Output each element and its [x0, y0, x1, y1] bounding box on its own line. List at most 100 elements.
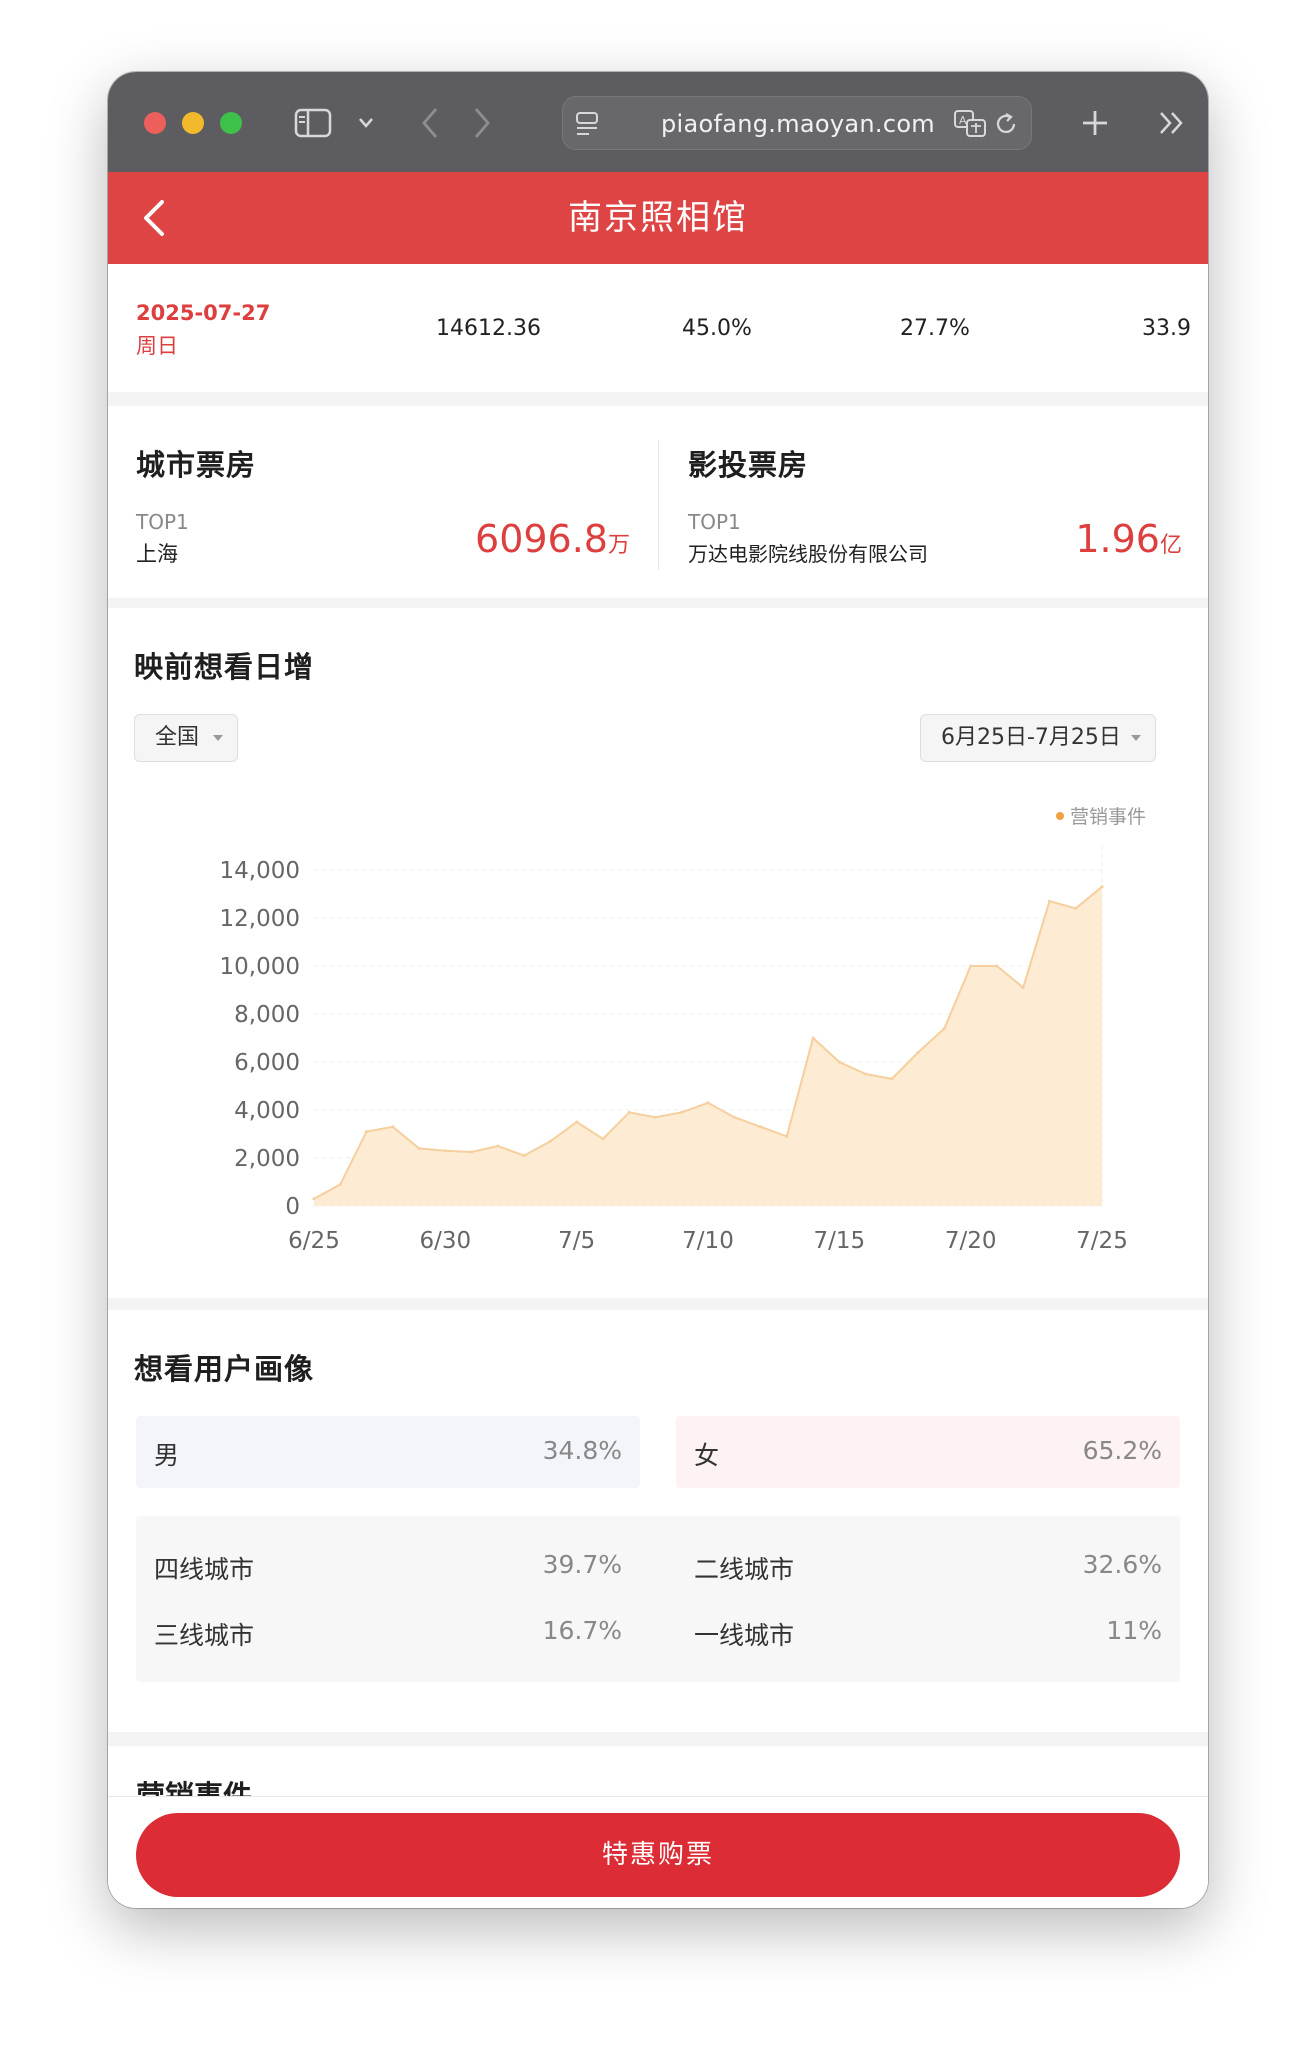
top-distributor-name: 万达电影院线股份有限公司: [688, 542, 928, 566]
data-point: [1047, 899, 1051, 903]
y-tick-label: 0: [285, 1194, 300, 1220]
audience-profile-card: 想看用户画像 男 34.8% 女 65.2% 四线城市 39.7% 二线城市 3…: [108, 1310, 1208, 1732]
more-tabs-icon[interactable]: [1158, 110, 1186, 136]
y-tick-label: 12,000: [220, 906, 300, 932]
data-point: [811, 1036, 815, 1040]
summary-date: 2025-07-27: [136, 301, 271, 325]
distributor-box-office-panel[interactable]: 影投票房 TOP1 万达电影院线股份有限公司 1.96亿: [660, 406, 1208, 598]
date-range-select[interactable]: 6月25日-7月25日: [920, 714, 1156, 762]
data-point: [995, 964, 999, 968]
city-tier-value: 39.7%: [542, 1550, 622, 1579]
back-arrow-icon[interactable]: [128, 190, 184, 246]
forward-nav-icon[interactable]: [472, 106, 492, 140]
distributor-box-office-title: 影投票房: [688, 448, 809, 482]
city-tier-value: 16.7%: [542, 1616, 622, 1645]
data-point: [680, 1110, 684, 1114]
translate-icon[interactable]: A: [953, 109, 987, 139]
region-filter-select[interactable]: 全国: [134, 714, 238, 762]
data-point: [627, 1110, 631, 1114]
data-point: [890, 1077, 894, 1081]
data-point: [312, 1197, 316, 1201]
area-fill: [314, 886, 1102, 1206]
city-tier-panel: 四线城市 39.7% 二线城市 32.6% 三线城市 16.7% 一线城市 11…: [136, 1516, 1180, 1682]
data-point: [1021, 986, 1025, 990]
summary-avg: 33.9: [1142, 316, 1191, 341]
top-distributor-value-number: 1.96: [1075, 517, 1160, 561]
summary-share: 45.0%: [682, 316, 752, 341]
zoom-window-button[interactable]: [220, 112, 242, 134]
summary-weekday: 周日: [136, 334, 178, 358]
browser-window: piaofang.maoyan.com A 南京照相馆 2025-07-27 周…: [108, 72, 1208, 1908]
city-box-office-title: 城市票房: [136, 448, 257, 482]
data-point: [417, 1146, 421, 1150]
legend-label: 营销事件: [1070, 806, 1147, 828]
data-point: [706, 1101, 710, 1105]
data-point: [470, 1150, 474, 1154]
sidebar-toggle-icon[interactable]: [294, 108, 332, 138]
data-point: [732, 1115, 736, 1119]
y-tick-label: 4,000: [234, 1098, 300, 1124]
city-tier-value: 32.6%: [1082, 1550, 1162, 1579]
data-point: [759, 1125, 763, 1129]
new-tab-icon[interactable]: [1080, 108, 1110, 138]
next-section-title: 营销事件: [136, 1779, 253, 1796]
top-city-value: 6096.8万: [475, 520, 630, 558]
want-to-see-chart[interactable]: 02,0004,0006,0008,00010,00012,00014,000 …: [108, 828, 1208, 1278]
chevron-down-icon[interactable]: [358, 116, 374, 130]
data-point: [338, 1182, 342, 1186]
summary-occupancy: 27.7%: [900, 316, 970, 341]
city-rank-label: TOP1: [136, 510, 189, 534]
city-tier-label: 四线城市: [154, 1555, 255, 1584]
bottom-action-bar: 特惠购票: [108, 1796, 1208, 1908]
x-tick-label: 7/10: [682, 1228, 734, 1254]
reload-icon[interactable]: [993, 111, 1019, 137]
data-point: [969, 964, 973, 968]
address-bar[interactable]: piaofang.maoyan.com A: [562, 96, 1032, 150]
data-point: [365, 1130, 369, 1134]
summary-box-office: 14612.36: [436, 316, 541, 341]
close-window-button[interactable]: [144, 112, 166, 134]
top-city-name: 上海: [136, 542, 178, 566]
top-distributor-value-unit: 亿: [1159, 533, 1182, 558]
data-point: [864, 1072, 868, 1076]
gender-male-value: 34.8%: [542, 1436, 622, 1465]
city-box-office-panel[interactable]: 城市票房 TOP1 上海 6096.8万: [108, 406, 656, 598]
city-tier-label: 二线城市: [694, 1555, 795, 1584]
data-point: [496, 1144, 500, 1148]
data-point: [1100, 885, 1104, 889]
marketing-event-dot-icon: [1056, 811, 1064, 820]
app-header: 南京照相馆: [108, 172, 1208, 264]
x-tick-label: 7/25: [1076, 1228, 1128, 1254]
audience-profile-title: 想看用户画像: [134, 1352, 315, 1386]
data-point: [916, 1050, 920, 1054]
city-tier-value: 11%: [1106, 1616, 1162, 1645]
chart-legend[interactable]: 营销事件: [1056, 802, 1146, 829]
want-to-see-title: 映前想看日增: [134, 650, 315, 684]
data-point: [653, 1115, 657, 1119]
daily-summary-row[interactable]: 2025-07-27 周日 14612.36 45.0% 27.7% 33.9: [108, 264, 1208, 392]
panel-divider: [658, 440, 659, 570]
data-point: [575, 1120, 579, 1124]
gender-male-label: 男: [154, 1441, 180, 1470]
date-range-value: 6月25日-7月25日: [941, 725, 1121, 750]
top-city-value-number: 6096.8: [475, 517, 608, 561]
gender-female-value: 65.2%: [1082, 1436, 1162, 1465]
svg-text:A: A: [959, 114, 967, 127]
data-point: [391, 1125, 395, 1129]
data-point: [942, 1026, 946, 1030]
gender-female-label: 女: [694, 1441, 720, 1470]
buy-ticket-button[interactable]: 特惠购票: [136, 1813, 1180, 1897]
back-nav-icon[interactable]: [420, 106, 440, 140]
box-office-ranking-card: 城市票房 TOP1 上海 6096.8万 影投票房 TOP1 万达电影院线股份有…: [108, 406, 1208, 598]
region-filter-value: 全国: [155, 725, 200, 750]
data-point: [837, 1060, 841, 1064]
city-tier-label: 三线城市: [154, 1621, 255, 1650]
data-point: [443, 1149, 447, 1153]
browser-toolbar: piaofang.maoyan.com A: [108, 72, 1208, 172]
city-tier-label: 一线城市: [694, 1621, 795, 1650]
y-tick-label: 2,000: [234, 1146, 300, 1172]
x-tick-label: 6/30: [420, 1228, 472, 1254]
top-distributor-value: 1.96亿: [1075, 520, 1182, 558]
data-point: [601, 1137, 605, 1141]
minimize-window-button[interactable]: [182, 112, 204, 134]
